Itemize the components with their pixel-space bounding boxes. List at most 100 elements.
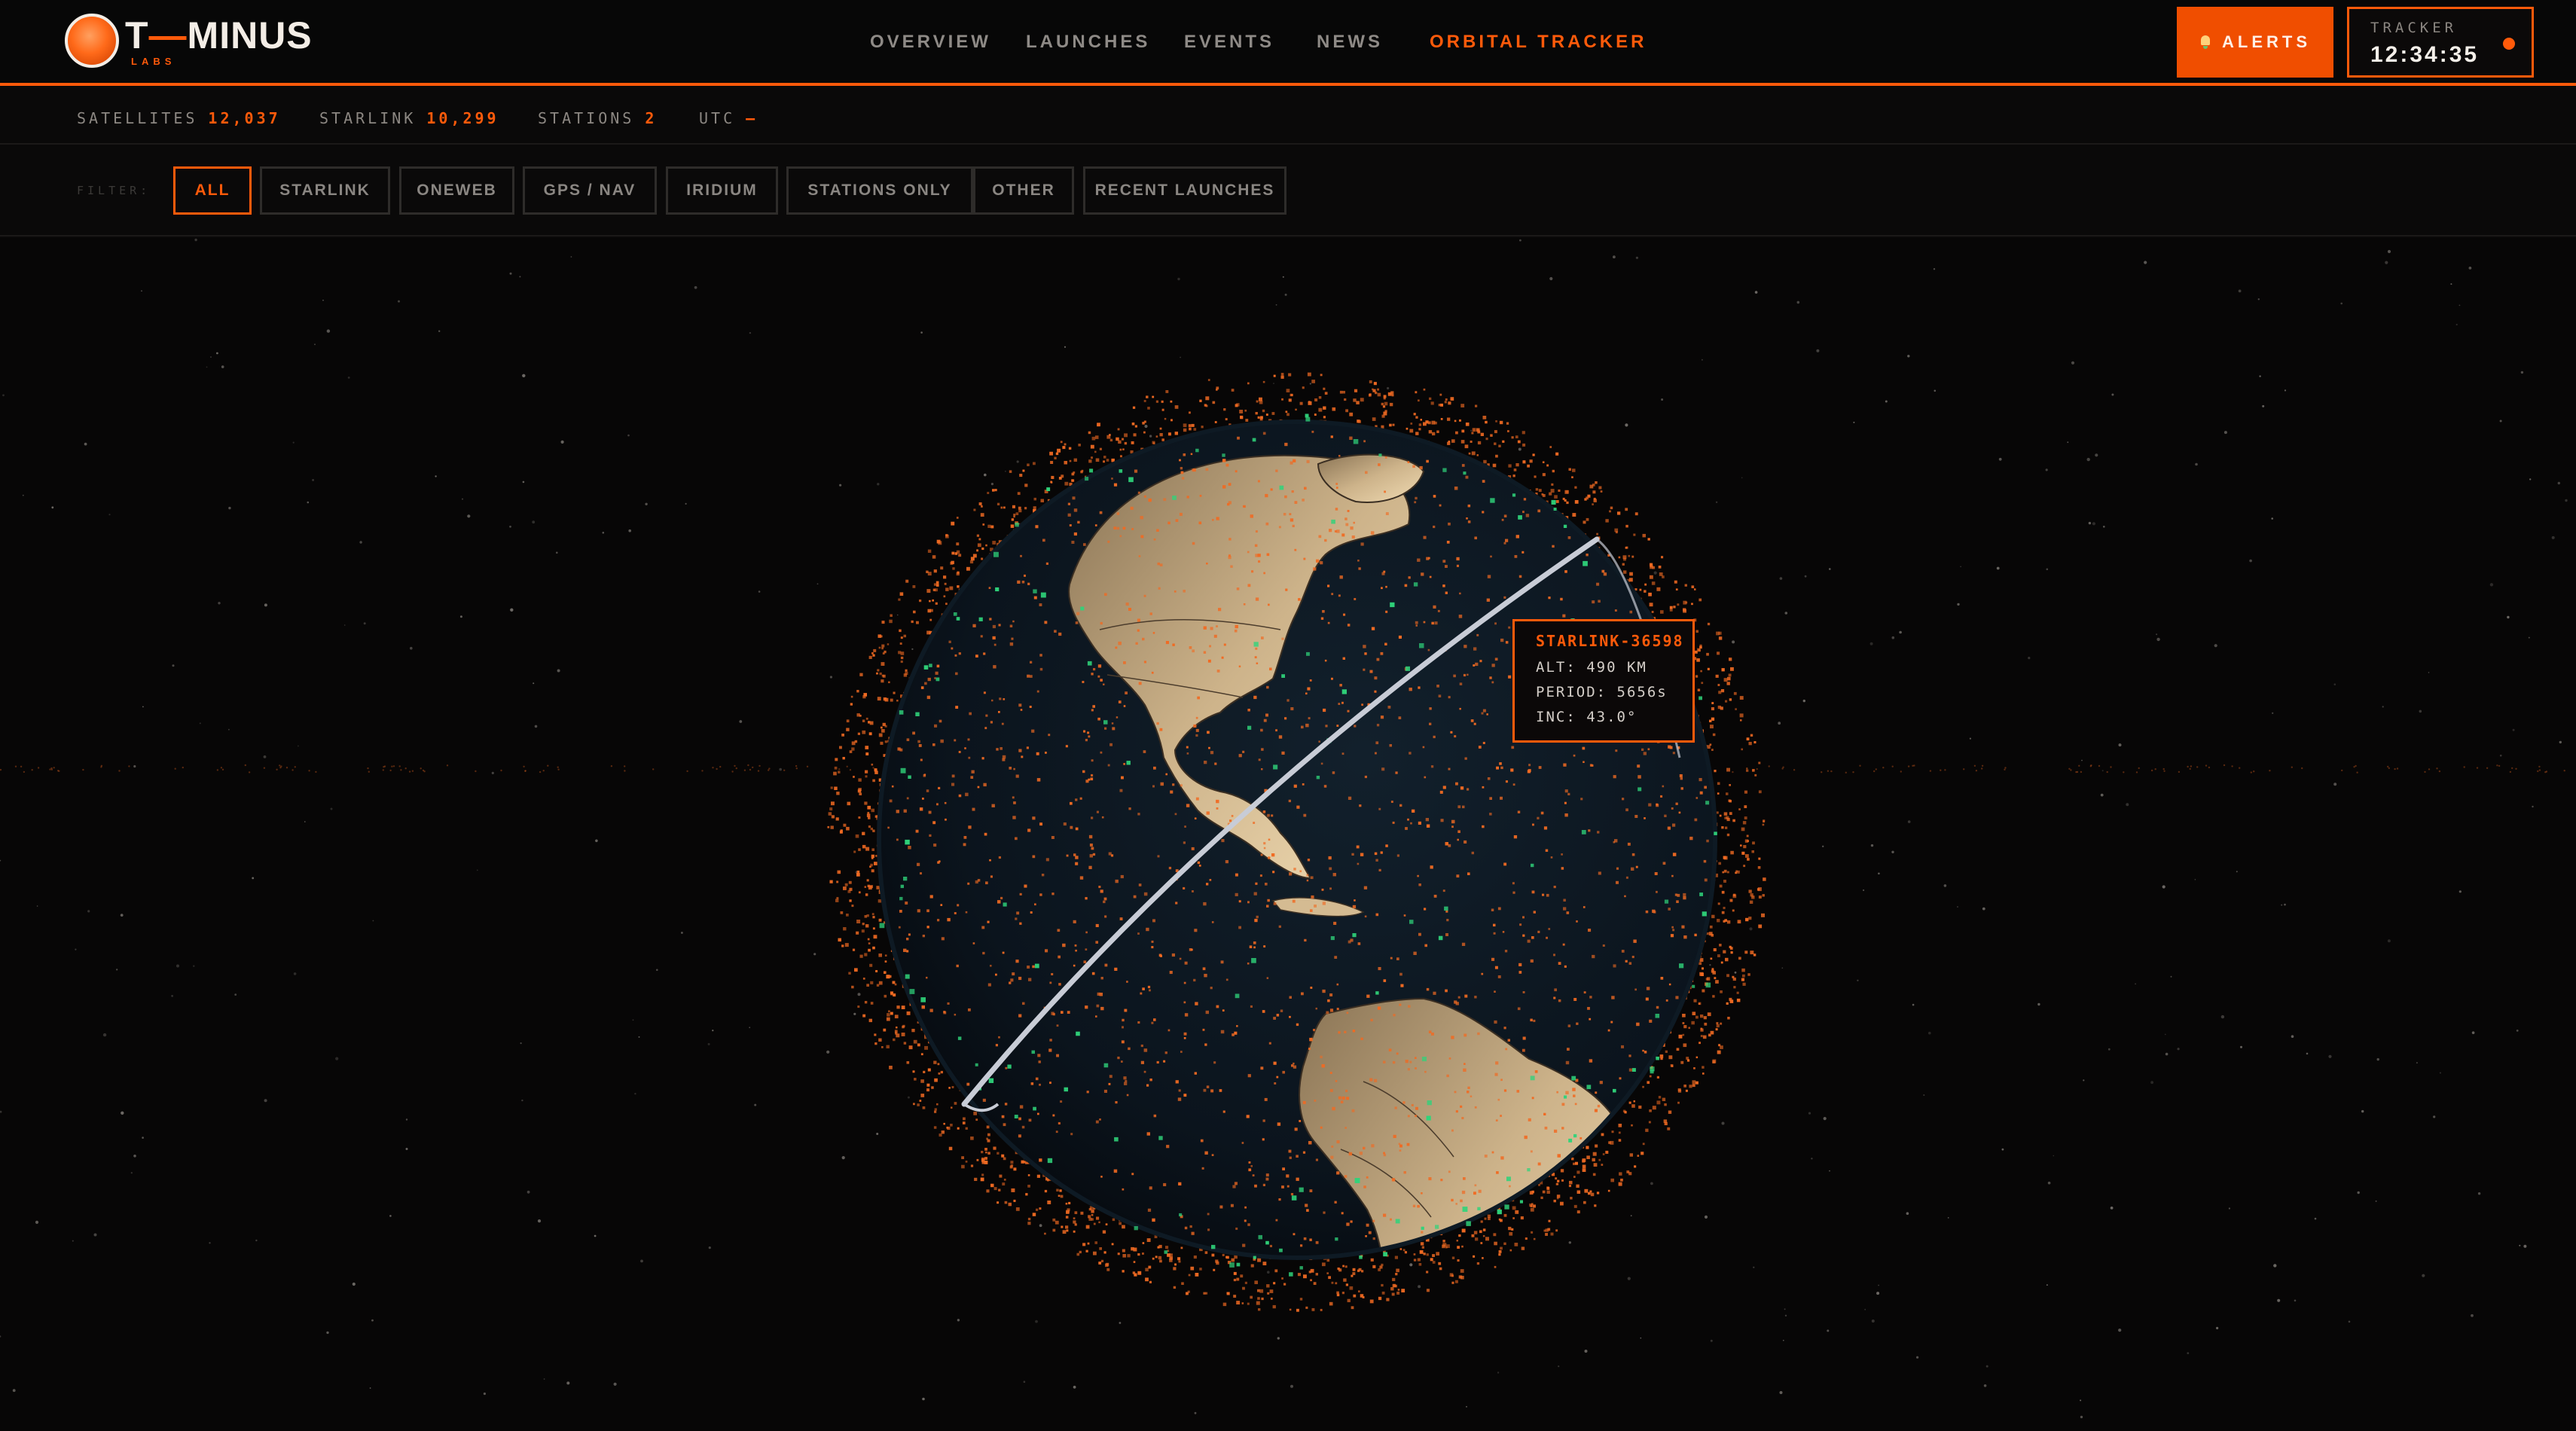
satellite-dot <box>1723 950 1726 953</box>
satellite-dot <box>1066 1229 1069 1232</box>
satellite-dot <box>1151 946 1154 949</box>
satellite-dot <box>1716 631 1720 636</box>
satellite-dot <box>1273 1282 1276 1285</box>
orbital-globe-view[interactable]: STARLINK-36598 ALT: 490 KM PERIOD: 5656s… <box>0 238 2576 1431</box>
station-dot <box>1229 1262 1235 1268</box>
satellite-dot <box>1719 944 1722 947</box>
satellite-dot <box>1149 612 1152 615</box>
brand-logo[interactable]: T—MINUS LABS <box>65 12 312 72</box>
filter-chip-recent-launches[interactable]: RECENT LAUNCHES <box>1083 166 1286 215</box>
nav-events[interactable]: EVENTS <box>1184 32 1274 53</box>
satellite-dot <box>1415 624 1418 627</box>
star <box>1933 268 1936 270</box>
satellite-dot <box>874 1033 877 1036</box>
satellite-dot <box>1613 964 1616 968</box>
satellite-dot <box>945 603 948 606</box>
nav-launches[interactable]: LAUNCHES <box>1026 32 1150 53</box>
satellite-dot <box>951 560 954 565</box>
satellite-dot <box>1238 926 1241 929</box>
satellite-dot <box>1445 842 1448 846</box>
star <box>526 1190 530 1194</box>
satellite-dot <box>1153 538 1156 541</box>
satellite-dot <box>1329 993 1333 996</box>
satellite-dot <box>1143 892 1148 896</box>
satellite-dot <box>1369 394 1372 397</box>
satellite-dot <box>1067 513 1071 517</box>
nav-overview[interactable]: OVERVIEW <box>870 32 991 53</box>
star <box>335 1057 339 1060</box>
satellite-dot <box>1192 468 1195 472</box>
satellite-dot <box>1152 395 1155 398</box>
satellite-dot <box>1715 1028 1718 1031</box>
filter-chip-all[interactable]: ALL <box>173 166 252 215</box>
star <box>1906 1212 1909 1215</box>
filter-chip-stations-only[interactable]: STATIONS ONLY <box>786 166 973 215</box>
satellite-dot <box>1156 1060 1159 1064</box>
satellite-dot <box>1151 1021 1154 1024</box>
satellite-dot <box>1518 963 1522 966</box>
satellite-dot <box>1091 773 1094 777</box>
star <box>1035 1320 1038 1323</box>
satellite-dot <box>1454 1091 1457 1094</box>
satellite-dot <box>1169 971 1173 975</box>
geo-belt-dot <box>408 770 411 773</box>
satellite-dot <box>836 880 839 883</box>
satellite-dot <box>1003 1123 1006 1127</box>
satellite-dot <box>967 738 970 741</box>
satellite-dot <box>1341 1212 1344 1215</box>
satellite-dot <box>1409 429 1414 433</box>
satellite-dot <box>1254 918 1258 923</box>
satellite-dot <box>1723 907 1726 910</box>
satellite-dot <box>1517 810 1521 813</box>
satellite-dot <box>1537 930 1540 933</box>
station-dot <box>1291 1195 1297 1201</box>
globe-canvas[interactable] <box>0 238 2576 1431</box>
satellite-dot <box>951 647 954 650</box>
satellite-dot <box>997 502 1000 505</box>
geo-belt-dot <box>128 765 130 767</box>
nav-orbital-tracker[interactable]: ORBITAL TRACKER <box>1430 32 1647 53</box>
satellite-dot <box>1020 554 1022 557</box>
satellite-dot <box>1517 440 1521 444</box>
satellite-dot <box>1094 524 1097 526</box>
satellite-dot <box>966 566 970 571</box>
satellite-dot <box>1440 819 1444 822</box>
satellite-dot <box>856 870 860 874</box>
geo-belt-dot <box>1940 769 1942 771</box>
satellite-dot <box>1726 1002 1729 1005</box>
filter-chip-gps-nav[interactable]: GPS / NAV <box>523 166 657 215</box>
geo-belt-dot <box>1746 767 1748 770</box>
satellite-dot <box>848 880 852 884</box>
satellite-dot <box>1225 860 1228 864</box>
satellite-dot <box>1573 1176 1576 1178</box>
station-dot <box>923 665 929 670</box>
satellite-dot <box>877 697 881 701</box>
filter-chip-oneweb[interactable]: ONEWEB <box>399 166 514 215</box>
satellite-dot <box>1457 1259 1460 1262</box>
alerts-button[interactable]: ALERTS <box>2177 7 2333 78</box>
satellite-dot <box>1729 800 1732 803</box>
satellite-dot <box>1625 546 1628 549</box>
satellite-dot <box>1431 621 1434 625</box>
station-dot <box>1195 448 1199 453</box>
geo-belt-dot <box>446 764 449 767</box>
satellite-dot <box>1119 789 1123 792</box>
nav-news[interactable]: NEWS <box>1317 32 1383 53</box>
satellite-dot <box>1193 724 1197 728</box>
satellite-dot <box>1633 939 1637 943</box>
satellite-dot <box>973 508 976 511</box>
filter-chip-iridium[interactable]: IRIDIUM <box>666 166 778 215</box>
satellite-dot <box>1091 456 1093 459</box>
satellite-dot <box>1433 991 1436 995</box>
star <box>708 1246 711 1249</box>
satellite-dot <box>1738 808 1741 810</box>
satellite-dot <box>1484 1217 1487 1220</box>
satellite-dot <box>1512 1217 1515 1219</box>
satellite-dot <box>1087 1242 1090 1245</box>
filter-chip-starlink[interactable]: STARLINK <box>260 166 390 215</box>
star <box>36 905 38 907</box>
filter-chip-other[interactable]: OTHER <box>973 166 1074 215</box>
satellite-dot <box>1369 1299 1374 1304</box>
geo-belt-dot <box>20 765 23 767</box>
tracker-time: 12:34:35 <box>2370 42 2480 67</box>
